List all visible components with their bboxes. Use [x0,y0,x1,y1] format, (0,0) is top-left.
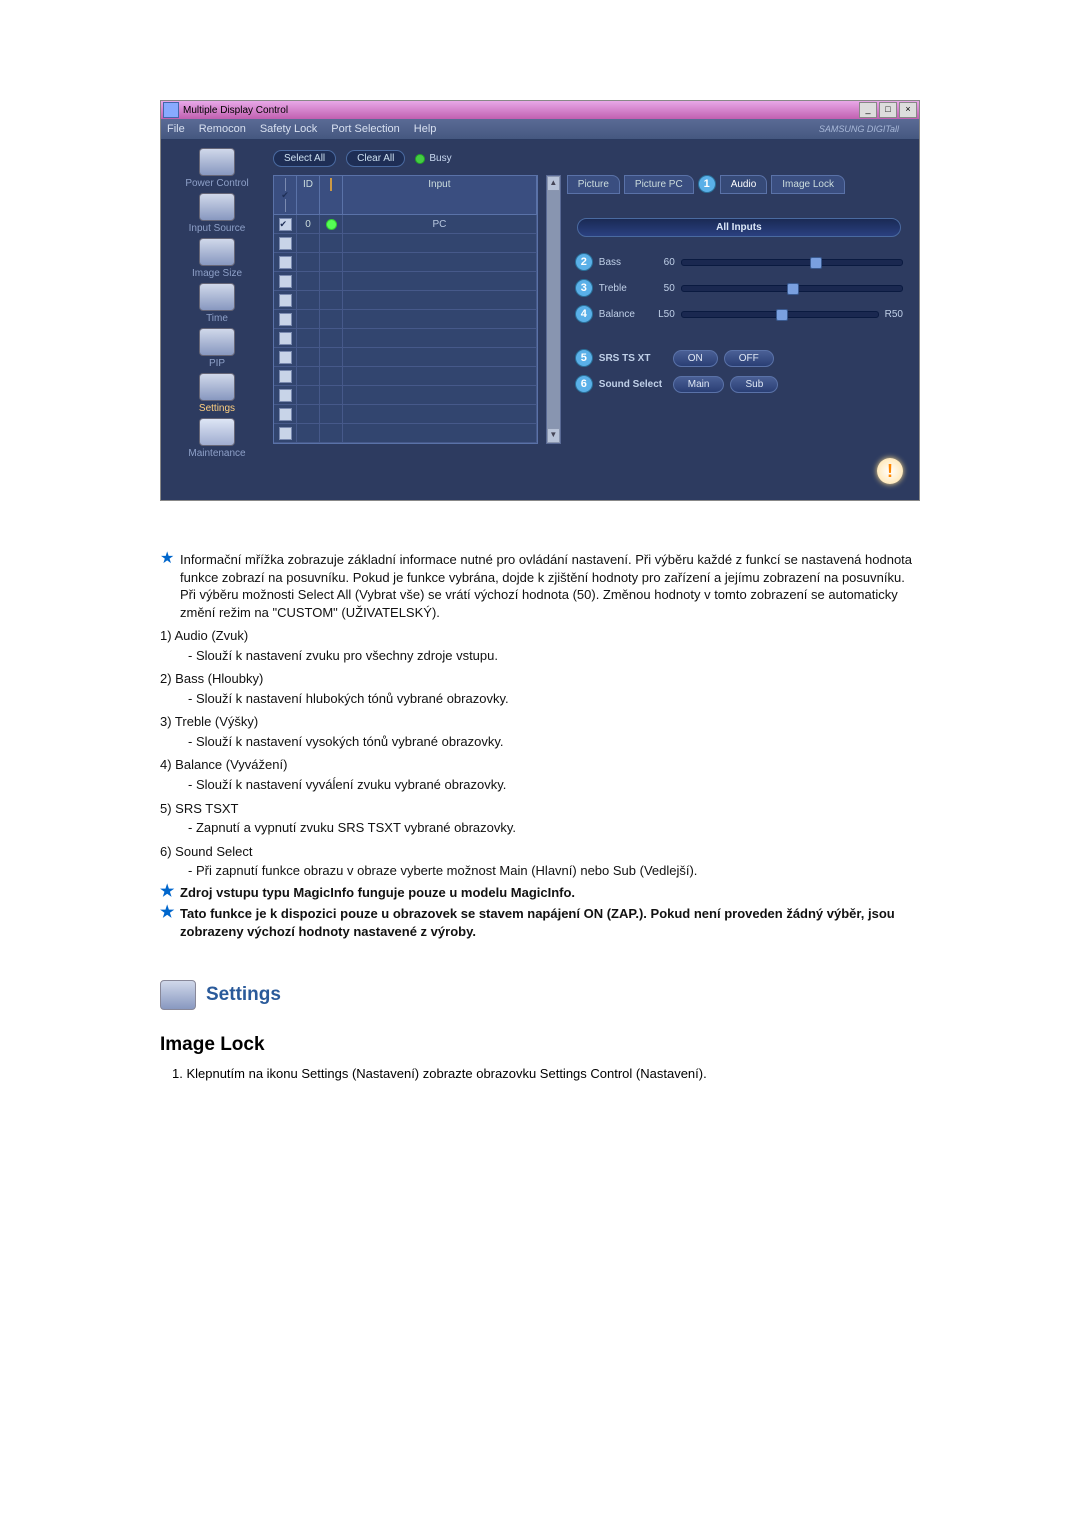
title-bar: Multiple Display Control _ □ × [161,101,919,119]
menu-file[interactable]: File [167,123,185,135]
select-all-button[interactable]: Select All [273,150,336,167]
app-title: Multiple Display Control [183,105,859,116]
grid-head-input[interactable]: Input [343,176,537,214]
sidebar-item-input-source[interactable]: Input Source [189,193,246,234]
grid-row[interactable] [274,386,537,405]
minimize-button[interactable]: _ [859,102,877,118]
srs-label: SRS TS XT [599,353,667,364]
menu-bar: File Remocon Safety Lock Port Selection … [161,119,919,140]
sidebar: Power Control Input Source Image Size Ti… [169,148,265,492]
note-item-4: 4) Balance (Vyvážení) [160,756,920,774]
note-bold-1: Zdroj vstupu typu MagicInfo funguje pouz… [180,884,575,902]
menu-safety-lock[interactable]: Safety Lock [260,123,317,135]
grid-row[interactable] [274,291,537,310]
scroll-down-icon: ▼ [547,428,560,443]
tab-audio[interactable]: Audio [720,175,768,194]
note-item-5: 5) SRS TSXT [160,800,920,818]
busy-indicator: Busy [415,153,451,164]
subsection-title: Image Lock [160,1034,920,1056]
balance-value-l: L50 [649,309,675,320]
marker-1: 1 [698,175,716,193]
marker-6: 6 [575,375,593,393]
menu-help[interactable]: Help [414,123,437,135]
bass-slider[interactable] [681,259,903,266]
grid-head-status[interactable] [320,176,343,214]
menu-remocon[interactable]: Remocon [199,123,246,135]
srs-on-button[interactable]: ON [673,350,718,367]
sidebar-item-image-size[interactable]: Image Size [192,238,242,279]
sidebar-item-settings[interactable]: Settings [199,373,235,414]
maximize-button[interactable]: □ [879,102,897,118]
audio-settings-pane: All Inputs 2 Bass 60 3 Treble 50 4 Balance L50… [567,198,911,444]
sidebar-item-maintenance[interactable]: Maintenance [188,418,245,459]
balance-slider[interactable] [681,311,879,318]
grid-row[interactable] [274,405,537,424]
grid-row[interactable] [274,424,537,443]
app-window: Multiple Display Control _ □ × File Remo… [160,100,920,501]
grid-row[interactable] [274,348,537,367]
grid-row[interactable] [274,310,537,329]
marker-4: 4 [575,305,593,323]
step-text: 1. Klepnutím na ikonu Settings (Nastaven… [172,1066,920,1081]
info-grid: ID Input 0PC [273,175,538,444]
tab-image-lock[interactable]: Image Lock [771,175,845,194]
tab-picture[interactable]: Picture [567,175,620,194]
grid-row[interactable] [274,234,537,253]
status-bar: ! [273,450,911,492]
help-icon[interactable]: ! [877,458,903,484]
sidebar-item-time[interactable]: Time [199,283,235,324]
srs-off-button[interactable]: OFF [724,350,774,367]
clear-all-button[interactable]: Clear All [346,150,405,167]
brand-text: SAMSUNG DIGITall [819,124,899,134]
bass-label: Bass [599,257,643,268]
sidebar-item-pip[interactable]: PIP [199,328,235,369]
all-inputs-button[interactable]: All Inputs [577,218,901,237]
grid-row[interactable] [274,272,537,291]
grid-row[interactable] [274,367,537,386]
marker-3: 3 [575,279,593,297]
settings-icon [160,980,196,1010]
tab-picture-pc[interactable]: Picture PC [624,175,694,194]
treble-value: 50 [649,283,675,294]
marker-2: 2 [575,253,593,271]
scroll-up-icon: ▲ [547,176,560,191]
grid-scrollbar[interactable]: ▲▼ [546,175,561,444]
grid-head-check[interactable] [274,176,297,214]
note-info: Informační mřížka zobrazuje základní inf… [180,551,920,621]
grid-row[interactable] [274,329,537,348]
sidebar-item-power-control[interactable]: Power Control [185,148,248,189]
close-button[interactable]: × [899,102,917,118]
treble-label: Treble [599,283,643,294]
balance-value-r: R50 [885,309,903,320]
sound-select-main-button[interactable]: Main [673,376,725,393]
balance-label: Balance [599,309,643,320]
app-icon [163,102,179,118]
treble-slider[interactable] [681,285,903,292]
bass-value: 60 [649,257,675,268]
grid-row[interactable]: 0PC [274,215,537,234]
sound-select-sub-button[interactable]: Sub [730,376,778,393]
grid-row[interactable] [274,253,537,272]
section-title: Settings [206,984,281,1006]
menu-port-selection[interactable]: Port Selection [331,123,399,135]
marker-5: 5 [575,349,593,367]
grid-head-id[interactable]: ID [297,176,320,214]
note-item-6: 6) Sound Select [160,843,920,861]
note-item-2: 2) Bass (Hloubky) [160,670,920,688]
note-item-1: 1) Audio (Zvuk) [160,627,920,645]
note-bold-2: Tato funkce je k dispozici pouze u obraz… [180,905,920,940]
sound-select-label: Sound Select [599,379,667,390]
note-item-3: 3) Treble (Výšky) [160,713,920,731]
